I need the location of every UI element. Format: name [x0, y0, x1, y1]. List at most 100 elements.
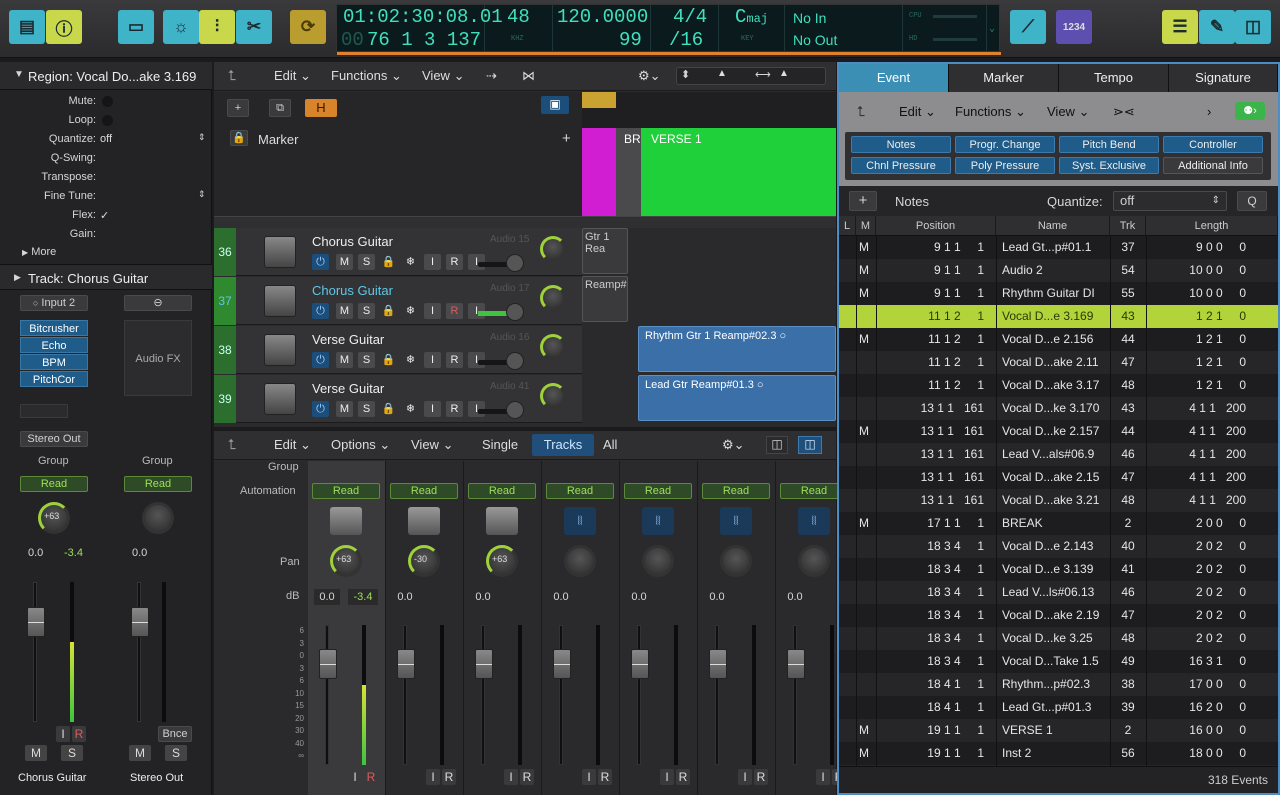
pan-knob[interactable] — [540, 383, 566, 409]
event-length[interactable]: 1 2 1 0 — [1146, 374, 1246, 397]
event-position[interactable]: 18 3 4 1 — [876, 604, 984, 627]
event-length[interactable]: 4 1 1 200 — [1146, 489, 1246, 512]
filter-chnl-pressure[interactable]: Chnl Pressure — [851, 157, 951, 174]
mixer-db-value[interactable]: 0.0 — [392, 589, 418, 605]
event-mute[interactable]: M — [859, 742, 875, 765]
event-track[interactable]: 43 — [1110, 397, 1146, 420]
plugin-bpm[interactable]: BPM — [20, 354, 88, 370]
power-icon[interactable]: ⏻ — [312, 254, 329, 270]
event-name[interactable]: Rhythm...p#02.3 — [1002, 673, 1108, 696]
mixer-record-button[interactable]: R — [520, 769, 534, 785]
list-editors-icon[interactable]: ☰ — [1162, 10, 1198, 44]
event-track[interactable]: 48 — [1110, 489, 1146, 512]
bounce-button[interactable]: Bnce — [158, 726, 192, 742]
event-position[interactable]: 13 1 1 161 — [876, 397, 984, 420]
track-input-monitor-button[interactable]: I — [424, 352, 441, 368]
event-position[interactable]: 19 1 1 1 — [876, 719, 984, 742]
track-solo-button[interactable]: S — [358, 401, 375, 417]
event-row[interactable]: 18 4 1 1 Rhythm...p#02.3 38 17 0 0 0 — [839, 673, 1278, 696]
quantize-button[interactable]: Q — [1237, 191, 1267, 211]
volume-knob[interactable] — [506, 303, 524, 321]
event-track[interactable]: 55 — [1110, 282, 1146, 305]
mixer-automation-read[interactable]: Read — [702, 483, 770, 499]
event-name[interactable]: Vocal D...ke 3.25 — [1002, 627, 1108, 650]
mixer-input-button[interactable]: I — [660, 769, 674, 785]
event-position[interactable]: 11 1 2 1 — [876, 328, 984, 351]
waveform-icon[interactable]: ⦚⦚ — [564, 507, 596, 535]
event-position[interactable]: 11 1 2 1 — [876, 374, 984, 397]
inspector-icon[interactable]: ⓘ — [46, 10, 82, 44]
volume-knob[interactable] — [506, 352, 524, 370]
track-mute-button[interactable]: M — [336, 254, 353, 270]
zoom-sliders[interactable]: ⬍ ▲ ⟷ ▲ — [676, 67, 826, 85]
event-position[interactable]: 9 1 1 1 — [876, 282, 984, 305]
track-header[interactable]: 39 Verse Guitar Audio 41 ⏻ M S 🔒 ❄ I R I — [214, 375, 582, 423]
add-track-icon[interactable]: + — [227, 99, 249, 117]
pan-knob-2[interactable] — [142, 502, 174, 534]
lcd-dropdown-icon[interactable]: ⌄ — [989, 23, 995, 35]
lock-icon[interactable]: 🔒 — [380, 352, 397, 368]
automation-read-1[interactable]: Read — [20, 476, 88, 492]
input-monitor-button[interactable]: I — [56, 726, 70, 742]
event-row[interactable]: 13 1 1 161 Vocal D...ake 3.21 48 4 1 1 200 — [839, 489, 1278, 512]
cycle-region[interactable] — [582, 92, 616, 108]
note-pad-icon[interactable]: ✎ — [1199, 10, 1235, 44]
event-position[interactable]: 13 1 1 161 — [876, 420, 984, 443]
event-length[interactable]: 16 0 0 0 — [1146, 719, 1246, 742]
event-track[interactable]: 37 — [1110, 236, 1146, 259]
stepper-icon[interactable]: ⇕ — [198, 132, 206, 143]
event-row[interactable]: M 19 1 1 1 VERSE 1 2 16 0 0 0 — [839, 719, 1278, 742]
solo-button-1[interactable]: S — [61, 745, 83, 761]
quantize-select[interactable]: off ⇕ — [1113, 191, 1227, 211]
mixer-db-value[interactable]: 0.0 — [626, 589, 652, 605]
event-row[interactable]: 18 3 4 1 Vocal D...e 2.143 40 2 0 2 0 — [839, 535, 1278, 558]
region-param-row[interactable]: Fine Tune: ⇕ — [0, 187, 212, 206]
audio-fx-slot[interactable]: Audio FX — [124, 320, 192, 396]
track-icon[interactable] — [264, 236, 296, 268]
more-toggle[interactable]: ▶ More — [22, 246, 56, 258]
event-name[interactable]: Lead V...ls#06.13 — [1002, 581, 1108, 604]
event-row[interactable]: 18 3 4 1 Vocal D...ake 2.19 47 2 0 2 0 — [839, 604, 1278, 627]
hide-button[interactable]: H — [305, 99, 337, 117]
mixer-volume-fader[interactable] — [397, 649, 415, 679]
mixer-pan-knob[interactable]: +63 — [330, 545, 362, 577]
mixer-db-value[interactable]: 0.0 — [704, 589, 730, 605]
freeze-icon[interactable]: ❄ — [402, 401, 419, 417]
event-position[interactable]: 18 3 4 1 — [876, 558, 984, 581]
event-position[interactable]: 18 3 4 1 — [876, 650, 984, 673]
freeze-icon[interactable]: ❄ — [402, 352, 419, 368]
event-track[interactable]: 41 — [1110, 558, 1146, 581]
cycle-icon[interactable]: ⟳ — [290, 10, 326, 44]
waveform-icon[interactable]: ⦚⦚ — [798, 507, 830, 535]
filter-additional-info[interactable]: Additional Info — [1163, 157, 1263, 174]
toolbar-icon[interactable]: ▭ — [118, 10, 154, 44]
col-name[interactable]: Name — [996, 216, 1110, 236]
event-length[interactable]: 17 0 0 0 — [1146, 673, 1246, 696]
event-name[interactable]: Vocal D...Take 1.5 — [1002, 650, 1108, 673]
filter-poly-pressure[interactable]: Poly Pressure — [955, 157, 1055, 174]
col-length[interactable]: Length — [1146, 216, 1278, 236]
link-icon[interactable]: ⊖ — [124, 295, 192, 311]
region-reamp[interactable]: Reamp# — [582, 276, 628, 322]
mixer-pan-knob[interactable] — [642, 545, 674, 577]
track-header[interactable]: 38 Verse Guitar Audio 16 ⏻ M S 🔒 ❄ I R I — [214, 326, 582, 374]
event-length[interactable]: 2 0 0 0 — [1146, 512, 1246, 535]
event-row[interactable]: 18 4 1 1 Lead Gt...p#01.3 39 16 2 0 0 — [839, 696, 1278, 719]
event-position[interactable]: 18 3 4 1 — [876, 535, 984, 558]
mixer-pan-knob[interactable] — [798, 545, 830, 577]
track-mute-button[interactable]: M — [336, 352, 353, 368]
event-track[interactable]: 48 — [1110, 627, 1146, 650]
event-row[interactable]: 11 1 2 1 Vocal D...e 3.169 43 1 2 1 0 — [839, 305, 1278, 328]
tab-signature[interactable]: Signature — [1169, 64, 1278, 92]
event-row[interactable]: 18 3 4 1 Vocal D...Take 1.5 49 16 3 1 0 — [839, 650, 1278, 673]
mixer-automation-read[interactable]: Read — [624, 483, 692, 499]
event-length[interactable]: 9 0 0 0 — [1146, 236, 1246, 259]
event-functions-menu[interactable]: Functions ⌄ — [955, 104, 1026, 120]
track-name[interactable]: Chorus Guitar — [312, 234, 393, 249]
plugin-bitcrusher[interactable]: Bitcrusher — [20, 320, 88, 336]
filter-syst-exclusive[interactable]: Syst. Exclusive — [1059, 157, 1159, 174]
volume-knob[interactable] — [506, 401, 524, 419]
mixer-record-button[interactable]: R — [598, 769, 612, 785]
mixer-automation-read[interactable]: Read — [390, 483, 458, 499]
filter-progr-change[interactable]: Progr. Change — [955, 136, 1055, 153]
